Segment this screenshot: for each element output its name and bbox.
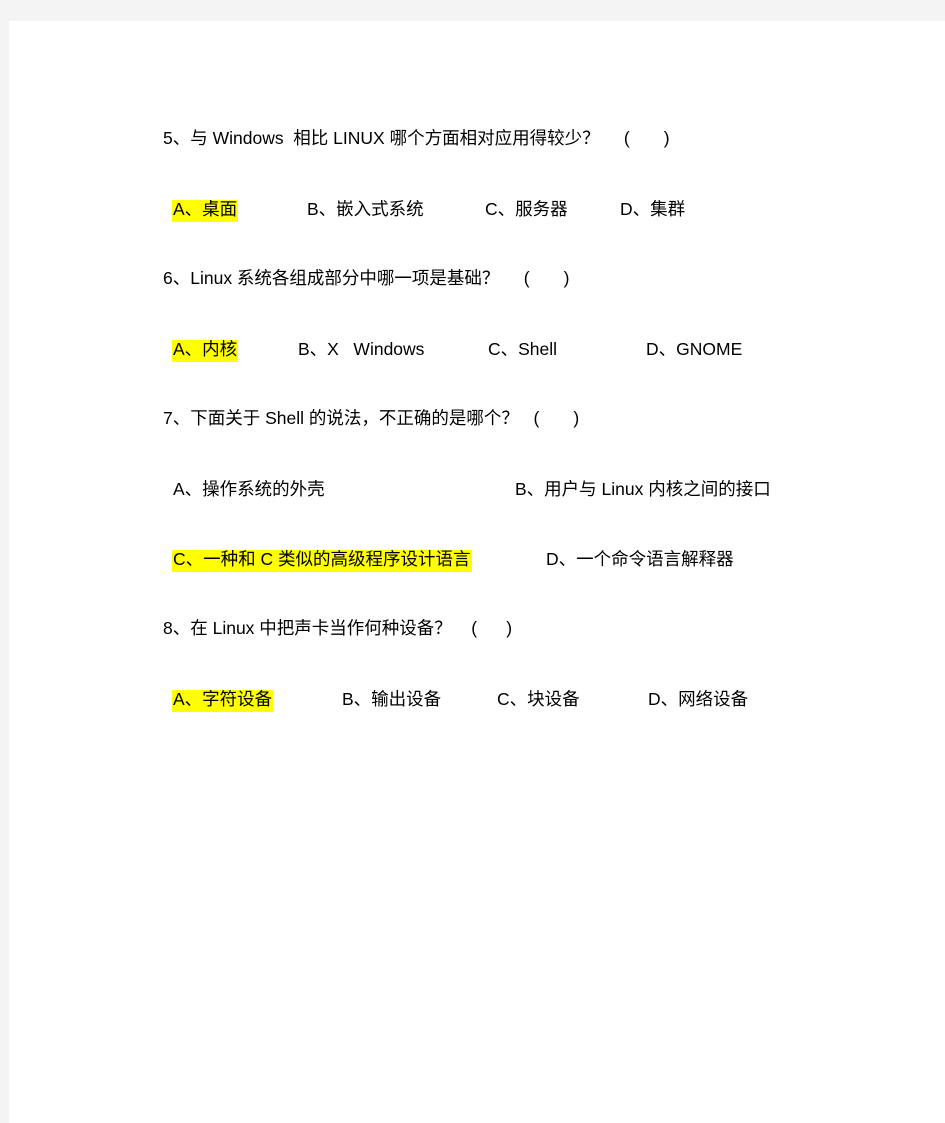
question-stem: 5、与 Windows 相比 LINUX 哪个方面相对应用得较少？ ( ) [163, 128, 670, 148]
question-stem: 7、下面关于 Shell 的说法，不正确的是哪个？ ( ) [163, 408, 580, 428]
answer-option[interactable]: A、操作系统的外壳 [172, 480, 326, 502]
option-row: A、字符设备 B、输出设备 C、块设备 D、网络设备 [163, 671, 883, 741]
answer-option[interactable]: B、输出设备 [341, 690, 442, 712]
answer-option[interactable]: C、Shell [487, 340, 558, 362]
answer-option[interactable]: C、一种和 C 类似的高级程序设计语言 [172, 550, 472, 572]
answer-option[interactable]: B、嵌入式系统 [306, 200, 425, 222]
answer-option[interactable]: A、字符设备 [172, 690, 274, 712]
question-block: 5、与 Windows 相比 LINUX 哪个方面相对应用得较少？ ( ) A、桌… [163, 111, 883, 251]
answer-option[interactable]: D、网络设备 [647, 690, 749, 712]
question-block: 8、在 Linux 中把声卡当作何种设备？ ( ) A、字符设备 B、输出设备 C、块… [163, 601, 883, 741]
document-page: 5、与 Windows 相比 LINUX 哪个方面相对应用得较少？ ( ) A、桌… [9, 21, 945, 1123]
answer-option[interactable]: D、集群 [619, 200, 686, 222]
answer-option[interactable]: A、内核 [172, 340, 239, 362]
question-list: 5、与 Windows 相比 LINUX 哪个方面相对应用得较少？ ( ) A、桌… [163, 111, 883, 741]
answer-option[interactable]: B、用户与 Linux 内核之间的接口 [514, 480, 772, 502]
question-block: 7、下面关于 Shell 的说法，不正确的是哪个？ ( ) A、操作系统的外壳 B、… [163, 391, 883, 601]
option-row: C、一种和 C 类似的高级程序设计语言 D、一个命令语言解释器 [163, 531, 883, 601]
answer-option[interactable]: C、服务器 [484, 200, 569, 222]
answer-option[interactable]: C、块设备 [496, 690, 581, 712]
answer-option[interactable]: D、一个命令语言解释器 [545, 550, 735, 572]
answer-option[interactable]: B、X Windows [297, 340, 425, 362]
question-block: 6、Linux 系统各组成部分中哪一项是基础？ ( ) A、内核 B、X Windo… [163, 251, 883, 391]
answer-option[interactable]: D、GNOME [645, 340, 743, 362]
question-stem: 8、在 Linux 中把声卡当作何种设备？ ( ) [163, 618, 513, 638]
answer-option[interactable]: A、桌面 [172, 200, 239, 222]
question-stem: 6、Linux 系统各组成部分中哪一项是基础？ ( ) [163, 268, 570, 288]
option-row: A、操作系统的外壳 B、用户与 Linux 内核之间的接口 [163, 461, 883, 531]
option-row: A、桌面 B、嵌入式系统 C、服务器 D、集群 [163, 181, 883, 251]
option-row: A、内核 B、X Windows C、Shell D、GNOME [163, 321, 883, 391]
